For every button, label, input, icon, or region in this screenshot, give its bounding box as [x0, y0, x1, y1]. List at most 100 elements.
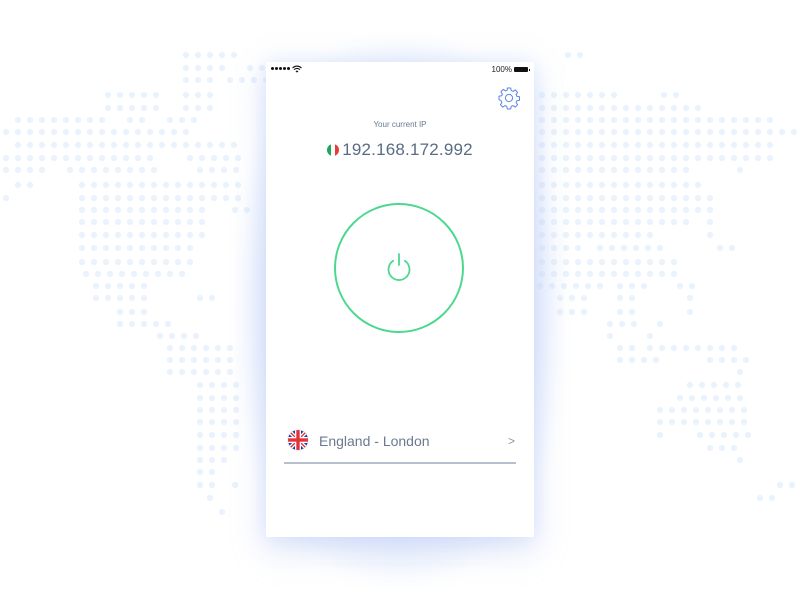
map-dot — [128, 104, 136, 112]
map-dot — [140, 294, 148, 302]
map-dot — [598, 181, 606, 189]
map-dot — [716, 418, 724, 426]
map-dot — [562, 166, 570, 174]
map-dot — [208, 166, 216, 174]
map-dot — [682, 194, 690, 202]
map-dot — [220, 456, 228, 464]
map-dot — [208, 418, 216, 426]
map-dot — [634, 104, 642, 112]
map-dot — [682, 154, 690, 162]
map-dot — [580, 294, 588, 302]
map-dot — [198, 206, 206, 214]
map-dot — [622, 218, 630, 226]
map-dot — [208, 406, 216, 414]
current-ip-label: Your current IP — [373, 120, 427, 129]
map-dot — [656, 320, 664, 328]
map-dot — [162, 258, 170, 266]
map-dot — [182, 76, 190, 84]
location-selector[interactable]: England - London > — [284, 422, 516, 464]
map-dot — [670, 206, 678, 214]
map-dot — [634, 258, 642, 266]
map-dot — [162, 194, 170, 202]
map-dot — [740, 418, 748, 426]
map-dot — [14, 116, 22, 124]
map-dot — [634, 231, 642, 239]
map-dot — [658, 116, 666, 124]
map-dot — [718, 128, 726, 136]
gear-icon[interactable] — [497, 86, 521, 110]
map-dot — [126, 231, 134, 239]
map-dot — [682, 344, 690, 352]
map-dot — [586, 166, 594, 174]
map-dot — [706, 218, 714, 226]
map-dot — [116, 282, 124, 290]
map-dot — [562, 128, 570, 136]
map-dot — [150, 244, 158, 252]
map-dot — [732, 431, 740, 439]
map-dot — [198, 218, 206, 226]
map-dot — [728, 406, 736, 414]
map-dot — [724, 394, 732, 402]
map-dot — [622, 104, 630, 112]
map-dot — [688, 282, 696, 290]
map-dot — [562, 181, 570, 189]
map-dot — [170, 141, 178, 149]
map-dot — [14, 166, 22, 174]
map-dot — [586, 128, 594, 136]
map-dot — [74, 128, 82, 136]
map-dot — [14, 154, 22, 162]
map-dot — [102, 166, 110, 174]
map-dot — [194, 104, 202, 112]
map-dot — [730, 128, 738, 136]
map-dot — [598, 154, 606, 162]
map-dot — [704, 406, 712, 414]
map-dot — [194, 76, 202, 84]
map-dot — [598, 166, 606, 174]
map-dot — [196, 394, 204, 402]
map-dot — [150, 231, 158, 239]
map-dot — [646, 218, 654, 226]
map-dot — [704, 418, 712, 426]
map-dot — [718, 444, 726, 452]
map-dot — [574, 206, 582, 214]
map-dot — [196, 468, 204, 476]
map-dot — [104, 294, 112, 302]
map-dot — [182, 104, 190, 112]
map-dot — [580, 308, 588, 316]
map-dot — [628, 356, 636, 364]
map-dot — [706, 344, 714, 352]
map-dot — [670, 166, 678, 174]
map-dot — [740, 406, 748, 414]
map-dot — [206, 51, 214, 59]
map-dot — [26, 116, 34, 124]
map-dot — [680, 418, 688, 426]
map-dot — [78, 181, 86, 189]
map-dot — [170, 128, 178, 136]
map-dot — [146, 141, 154, 149]
map-dot — [146, 154, 154, 162]
map-dot — [114, 181, 122, 189]
map-dot — [718, 116, 726, 124]
map-dot — [606, 332, 614, 340]
map-dot — [208, 468, 216, 476]
map-dot — [658, 166, 666, 174]
map-dot — [196, 431, 204, 439]
map-dot — [742, 154, 750, 162]
map-dot — [706, 444, 714, 452]
map-dot — [222, 154, 230, 162]
map-dot — [14, 128, 22, 136]
map-dot — [706, 356, 714, 364]
map-dot — [162, 206, 170, 214]
map-dot — [186, 218, 194, 226]
map-dot — [628, 344, 636, 352]
map-dot — [586, 231, 594, 239]
map-dot — [182, 91, 190, 99]
map-dot — [616, 308, 624, 316]
map-dot — [670, 181, 678, 189]
map-dot — [658, 218, 666, 226]
connect-power-button[interactable] — [334, 203, 464, 333]
map-dot — [208, 456, 216, 464]
map-dot — [622, 181, 630, 189]
map-dot — [114, 231, 122, 239]
map-dot — [116, 294, 124, 302]
